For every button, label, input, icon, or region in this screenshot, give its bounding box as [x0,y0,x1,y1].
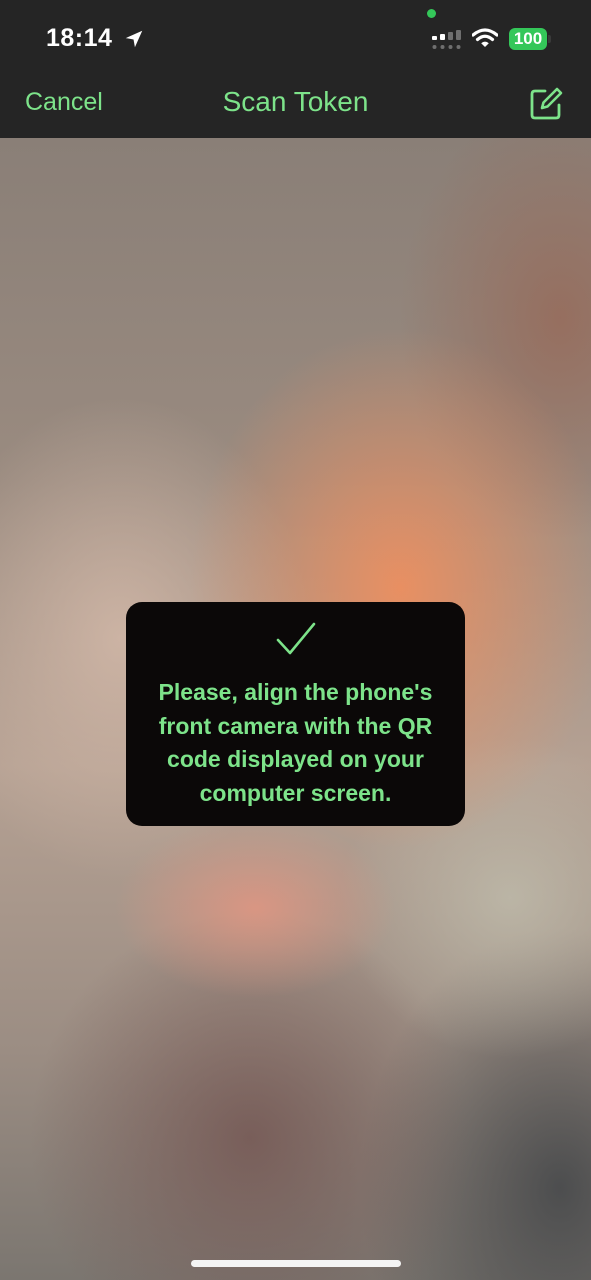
camera-preview[interactable]: Please, align the phone's front camera w… [0,138,591,1280]
status-bar: 18:14 100 [0,0,591,72]
home-indicator[interactable] [191,1260,401,1267]
status-time: 18:14 [46,24,113,52]
battery-icon: 100 [509,28,547,50]
camera-in-use-indicator [427,9,436,18]
compose-icon[interactable] [528,86,564,122]
battery-level: 100 [513,29,543,48]
navigation-bar: Cancel Scan Token [0,72,591,138]
location-arrow-icon [125,30,143,48]
cellular-signal-icon [432,30,461,49]
checkmark-icon [276,622,316,655]
wifi-icon [472,28,498,47]
page-title: Scan Token [222,86,369,117]
scan-instruction-toast: Please, align the phone's front camera w… [126,602,465,826]
scan-instruction-text: Please, align the phone's front camera w… [158,679,433,806]
battery-terminal [548,35,551,43]
